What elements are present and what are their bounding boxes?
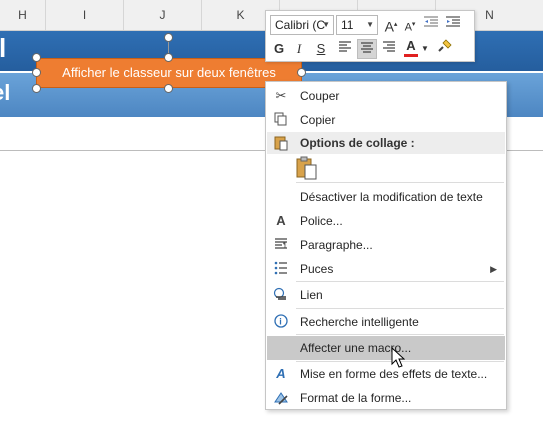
menu-item-label: Format de la forme... — [300, 391, 412, 405]
svg-text:i: i — [279, 317, 282, 327]
bullets-icon — [273, 261, 289, 277]
menu-separator — [296, 281, 504, 282]
menu-separator — [296, 308, 504, 309]
column-header-h[interactable]: H — [0, 0, 46, 30]
copy-icon — [273, 112, 289, 128]
grow-font-icon[interactable]: A▴ — [382, 15, 400, 35]
decrease-indent-icon[interactable] — [422, 15, 440, 35]
shrink-font-icon[interactable]: A▾ — [401, 15, 419, 35]
mouse-cursor-icon — [391, 346, 406, 369]
paste-options-header: Options de collage : — [267, 132, 505, 154]
font-name-value: Calibri (C — [275, 18, 326, 32]
menu-item-effets-texte[interactable]: A Mise en forme des effets de texte... — [267, 362, 505, 386]
menu-item-lien[interactable]: Lien — [267, 283, 505, 307]
menu-item-label: Couper — [300, 89, 340, 103]
menu-item-recherche-intelligente[interactable]: i Recherche intelligente — [267, 310, 505, 334]
font-color-button[interactable]: A — [402, 39, 420, 59]
menu-separator — [296, 334, 504, 335]
context-menu: ✂ Couper Copier Options de collage : Dés… — [265, 81, 507, 410]
menu-item-label: Copier — [300, 113, 336, 127]
font-size-combo[interactable]: 11 ▼ — [336, 15, 378, 35]
link-icon — [273, 287, 289, 303]
increase-indent-icon[interactable] — [444, 15, 462, 35]
mini-toolbar: Calibri (C ▼ 11 ▼ A▴ A▾ G I S A ▼ — [265, 10, 475, 62]
menu-item-label: Police... — [300, 214, 343, 228]
format-shape-icon — [273, 390, 289, 406]
resize-handle-bottom-left[interactable] — [32, 84, 41, 93]
menu-item-label: Désactiver la modification de texte — [300, 190, 483, 204]
paste-icon — [273, 135, 289, 151]
resize-handle-right[interactable] — [297, 68, 306, 77]
resize-handle-left[interactable] — [32, 68, 41, 77]
menu-item-puces[interactable]: Puces ▶ — [267, 257, 505, 281]
resize-handle-bottom[interactable] — [164, 84, 173, 93]
menu-item-label: Recherche intelligente — [300, 315, 419, 329]
chevron-down-icon[interactable]: ▼ — [420, 39, 430, 59]
menu-item-label: Puces — [300, 262, 334, 276]
font-size-value: 11 — [341, 18, 354, 32]
resize-handle-top[interactable] — [164, 53, 173, 62]
menu-item-copier[interactable]: Copier — [267, 108, 505, 132]
paragraph-icon: ¶ — [273, 237, 289, 253]
format-painter-icon[interactable] — [436, 39, 454, 59]
menu-item-desactiver-modification[interactable]: Désactiver la modification de texte — [267, 185, 505, 209]
menu-item-couper[interactable]: ✂ Couper — [267, 84, 505, 108]
banner-text-top: l — [0, 33, 7, 63]
font-color-icon: A — [406, 38, 416, 53]
align-center-icon[interactable] — [357, 39, 377, 59]
clipboard-icon — [296, 156, 317, 180]
menu-item-affecter-macro[interactable]: Affecter une macro... — [267, 336, 505, 360]
banner-text-bottom: el — [0, 80, 11, 105]
smart-lookup-icon: i — [273, 314, 289, 330]
menu-item-paragraphe[interactable]: ¶ Paragraphe... — [267, 233, 505, 257]
menu-item-label: Paragraphe... — [300, 238, 373, 252]
menu-item-label: Lien — [300, 288, 323, 302]
italic-button[interactable]: I — [290, 39, 308, 59]
underline-button[interactable]: S — [312, 39, 330, 59]
font-color-swatch — [404, 54, 418, 57]
column-header-i[interactable]: I — [46, 0, 124, 30]
align-left-icon[interactable] — [336, 39, 354, 59]
menu-section-label: Options de collage : — [300, 136, 415, 150]
bold-button[interactable]: G — [270, 39, 288, 59]
resize-handle-top-left[interactable] — [32, 53, 41, 62]
font-name-combo[interactable]: Calibri (C ▼ — [270, 15, 334, 35]
menu-separator — [296, 182, 504, 183]
align-right-icon[interactable] — [380, 39, 398, 59]
scissors-icon: ✂ — [275, 88, 287, 103]
svg-text:¶: ¶ — [283, 242, 287, 249]
paste-keep-text-button[interactable] — [296, 156, 318, 180]
menu-item-format-forme[interactable]: Format de la forme... — [267, 386, 505, 410]
font-icon: A — [276, 213, 286, 228]
text-effects-icon: A — [276, 366, 286, 381]
chevron-right-icon: ▶ — [490, 264, 497, 274]
chevron-down-icon: ▼ — [366, 20, 374, 29]
column-header-j[interactable]: J — [124, 0, 202, 30]
chevron-down-icon: ▼ — [322, 20, 330, 29]
rotation-handle[interactable] — [164, 33, 173, 42]
menu-item-police[interactable]: A Police... — [267, 209, 505, 233]
